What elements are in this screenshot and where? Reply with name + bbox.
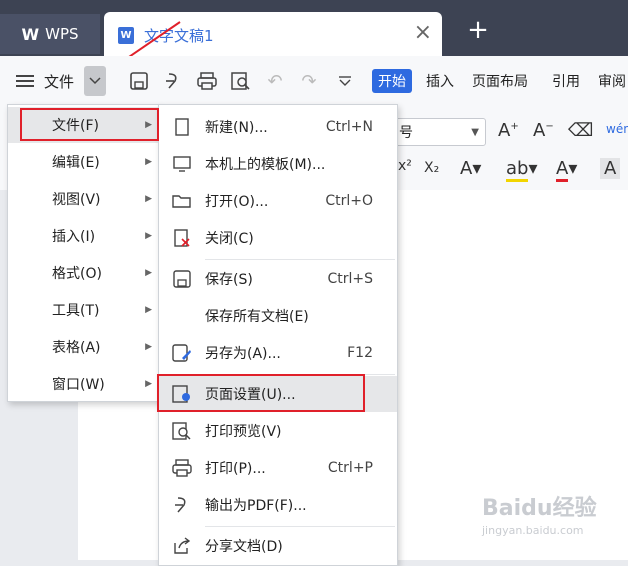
printer-icon xyxy=(172,458,192,478)
chevron-right-icon: ▶ xyxy=(145,342,152,352)
quick-toolbar: 文件 ↶ ↷ 开始 插入 页面布局 引用 审阅 xyxy=(0,56,628,107)
chevron-down-icon: ▼ xyxy=(471,126,479,138)
submenu-item-print-preview[interactable]: 打印预览(V) xyxy=(159,413,397,449)
font-size-value: 号 xyxy=(399,125,413,141)
clear-format-icon[interactable]: ⌫ xyxy=(568,120,593,141)
ribbon-tab-review[interactable]: 审阅 xyxy=(598,69,626,93)
submenu-item-label: 本机上的模板(M)... xyxy=(205,157,326,173)
submenu-item-label: 新建(N)... xyxy=(205,120,268,136)
file-submenu: 新建(N)... Ctrl+N 本机上的模板(M)... 打开(O)... Ct… xyxy=(158,104,398,566)
menu-item-table[interactable]: 表格(A) ▶ xyxy=(8,329,160,365)
menu-item-label: 格式(O) xyxy=(52,266,102,282)
redo-icon[interactable]: ↷ xyxy=(298,69,320,93)
submenu-item-export-pdf[interactable]: 输出为PDF(F)... xyxy=(159,487,397,523)
chevron-right-icon: ▶ xyxy=(145,157,152,167)
submenu-item-label: 打印(P)... xyxy=(205,461,266,477)
print-preview-icon xyxy=(172,421,192,441)
submenu-item-label: 输出为PDF(F)... xyxy=(205,498,307,514)
menu-item-label: 视图(V) xyxy=(52,192,101,208)
printer-icon[interactable] xyxy=(196,69,218,93)
submenu-item-label: 关闭(C) xyxy=(205,231,254,247)
highlight-color-icon[interactable]: ab▾ xyxy=(506,158,538,182)
export-pdf-icon xyxy=(172,495,192,515)
ribbon-tab-start[interactable]: 开始 xyxy=(372,69,412,93)
submenu-item-label: 分享文档(D) xyxy=(205,539,283,555)
submenu-item-local-templates[interactable]: 本机上的模板(M)... xyxy=(159,146,397,182)
menu-item-edit[interactable]: 编辑(E) ▶ xyxy=(8,144,160,180)
chevron-right-icon: ▶ xyxy=(145,194,152,204)
superscript-icon[interactable]: x² xyxy=(398,158,412,174)
print-preview-icon[interactable] xyxy=(230,69,252,93)
menu-item-label: 工具(T) xyxy=(52,303,100,319)
submenu-item-label: 保存(S) xyxy=(205,272,253,288)
annotation-highlight-file xyxy=(20,108,159,141)
chevron-right-icon: ▶ xyxy=(145,379,152,389)
shortcut-text: Ctrl+O xyxy=(325,193,373,209)
file-dropdown-menu: 文件(F) ▶ 编辑(E) ▶ 视图(V) ▶ 插入(I) ▶ 格式(O) ▶ … xyxy=(7,104,161,402)
menu-item-insert[interactable]: 插入(I) ▶ xyxy=(8,218,160,254)
customize-toolbar-icon[interactable] xyxy=(334,69,356,93)
submenu-item-new[interactable]: 新建(N)... Ctrl+N xyxy=(159,109,397,145)
submenu-item-open[interactable]: 打开(O)... Ctrl+O xyxy=(159,183,397,219)
submenu-item-share[interactable]: 分享文档(D) xyxy=(159,528,397,564)
folder-icon xyxy=(172,191,192,211)
share-icon xyxy=(172,536,192,556)
submenu-item-save[interactable]: 保存(S) Ctrl+S xyxy=(159,261,397,297)
watermark-brand: Baidu经验 xyxy=(482,496,597,521)
chevron-down-icon xyxy=(89,77,101,85)
submenu-item-save-as[interactable]: 另存为(A)... F12 xyxy=(159,335,397,371)
undo-icon[interactable]: ↶ xyxy=(264,69,286,93)
ribbon-tab-references[interactable]: 引用 xyxy=(552,69,580,93)
chevron-right-icon: ▶ xyxy=(145,305,152,315)
text-effect-icon[interactable]: A▾ xyxy=(460,158,481,179)
menu-item-format[interactable]: 格式(O) ▶ xyxy=(8,255,160,291)
submenu-item-label: 保存所有文档(E) xyxy=(205,309,309,325)
chevron-right-icon: ▶ xyxy=(145,268,152,278)
menu-item-label: 编辑(E) xyxy=(52,155,100,171)
font-color-icon[interactable]: A▾ xyxy=(556,158,577,182)
font-size-select[interactable]: 号 ▼ xyxy=(392,118,486,146)
file-menu-button[interactable]: 文件 xyxy=(44,56,74,106)
submenu-item-label: 另存为(A)... xyxy=(205,346,281,362)
export-pdf-icon[interactable] xyxy=(162,69,184,93)
menu-separator xyxy=(205,526,395,527)
ribbon-tab-insert[interactable]: 插入 xyxy=(426,69,454,93)
watermark-url: jingyan.baidu.com xyxy=(482,524,584,537)
template-icon xyxy=(172,154,192,174)
menu-item-label: 表格(A) xyxy=(52,340,101,356)
increase-font-size-icon[interactable]: A+ xyxy=(498,120,519,141)
shortcut-text: Ctrl+P xyxy=(327,460,373,476)
close-doc-icon xyxy=(172,228,192,248)
hamburger-menu-icon[interactable] xyxy=(16,56,36,106)
menu-item-window[interactable]: 窗口(W) ▶ xyxy=(8,366,160,402)
submenu-item-close[interactable]: 关闭(C) xyxy=(159,220,397,256)
menu-item-label: 插入(I) xyxy=(52,229,96,245)
new-doc-icon xyxy=(172,117,192,137)
menu-item-label: 窗口(W) xyxy=(52,377,105,393)
menu-item-tools[interactable]: 工具(T) ▶ xyxy=(8,292,160,328)
file-menu-dropdown-button[interactable] xyxy=(84,66,106,96)
menu-separator xyxy=(205,259,395,260)
save-icon[interactable] xyxy=(128,69,150,93)
shortcut-text: Ctrl+N xyxy=(325,119,373,135)
submenu-item-label: 打开(O)... xyxy=(205,194,269,210)
shortcut-text: Ctrl+S xyxy=(327,271,373,287)
subscript-icon[interactable]: X₂ xyxy=(424,160,439,176)
ribbon-tab-page-layout[interactable]: 页面布局 xyxy=(472,69,528,93)
shortcut-text: F12 xyxy=(347,345,373,361)
submenu-item-label: 打印预览(V) xyxy=(205,424,282,440)
chevron-right-icon: ▶ xyxy=(145,231,152,241)
save-as-icon xyxy=(172,343,192,363)
phonetic-guide-icon[interactable]: wén xyxy=(606,122,628,136)
menu-item-view[interactable]: 视图(V) ▶ xyxy=(8,181,160,217)
annotation-highlight-page-setup xyxy=(157,374,365,412)
submenu-item-print[interactable]: 打印(P)... Ctrl+P xyxy=(159,450,397,486)
watermark-logo: Baidu经验 jingyan.baidu.com xyxy=(482,490,612,550)
submenu-item-save-all[interactable]: 保存所有文档(E) xyxy=(159,298,397,334)
decrease-font-size-icon[interactable]: A− xyxy=(533,120,554,141)
character-shading-icon[interactable]: A xyxy=(600,158,621,179)
save-icon xyxy=(172,269,192,289)
